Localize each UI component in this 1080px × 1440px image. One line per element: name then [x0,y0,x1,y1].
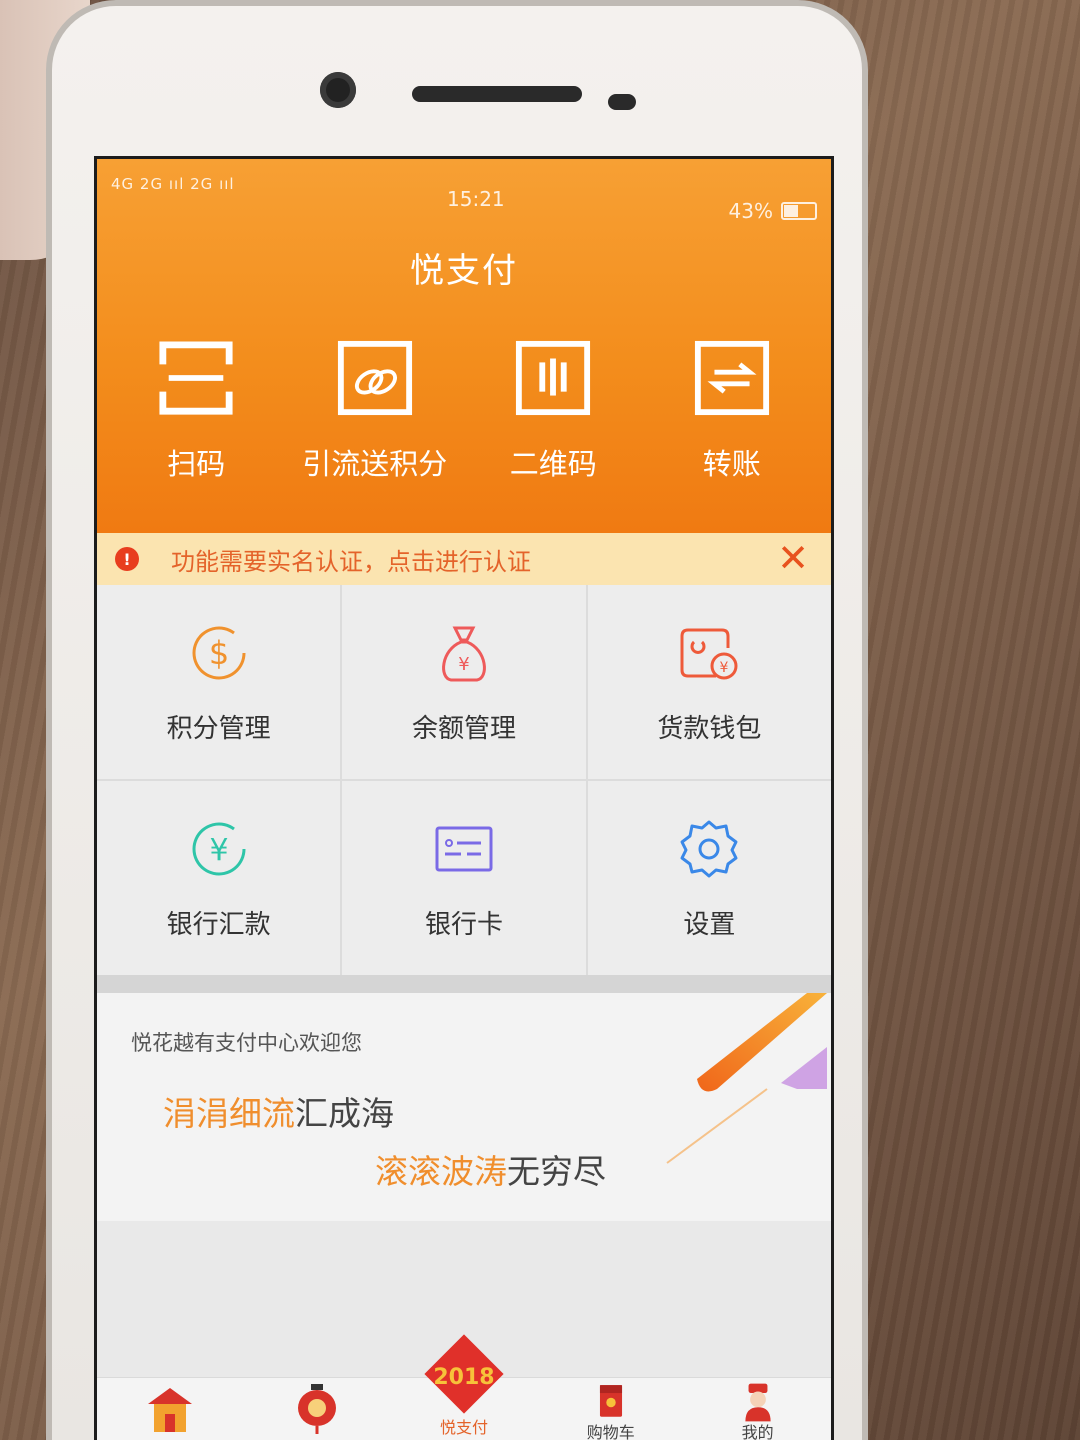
payment-wallet-button[interactable]: ¥ 货款钱包 [587,585,831,779]
bank-card-label: 银行卡 [424,909,503,940]
battery-percent: 43% [728,199,773,223]
points-management-button[interactable]: $ 积分管理 [97,585,341,779]
notice-text: 功能需要实名认证，点击进行认证 [171,547,531,576]
front-camera [320,72,356,108]
settings-label: 设置 [683,909,736,940]
fortune-god-icon [744,1383,771,1422]
banner-welcome-text: 悦花越有支付中心欢迎您 [131,1031,362,1055]
coins-icon [337,340,412,416]
bank-transfer-button[interactable]: ¥ 银行汇款 [97,781,341,975]
banner-slogan-line-1: 涓涓细流汇成海 [163,1087,394,1135]
lantern-icon [298,1384,337,1434]
transfer-icon [694,340,769,416]
svg-text:¥: ¥ [458,654,469,675]
slogan-2-rest: 无穷尽 [507,1152,606,1191]
cart-envelope-icon [599,1385,622,1417]
battery-indicator: 43% [729,199,817,223]
bank-transfer-label: 银行汇款 [166,909,271,940]
bottom-tab-bar: 2018 悦支付 购物车 我的 [97,1334,831,1440]
transfer-label: 转账 [702,447,761,481]
balance-management-button[interactable]: ¥ 余额管理 [342,585,586,779]
verification-notice[interactable]: ! 功能需要实名认证，点击进行认证 ✕ [97,533,831,585]
svg-text:¥: ¥ [209,833,228,868]
welcome-banner: 悦花越有支付中心欢迎您 涓涓细流汇成海 滚滚波涛无穷尽 [97,993,831,1221]
referral-points-button[interactable]: 引流送积分 [286,339,465,483]
money-bag-icon: ¥ [442,626,486,681]
bank-card-button[interactable]: 银行卡 [342,781,586,975]
status-time: 15:21 [447,187,505,211]
payment-wallet-label: 货款钱包 [657,713,762,744]
points-management-label: 积分管理 [166,713,271,744]
qrcode-button[interactable]: 二维码 [464,339,643,483]
banner-slogan-line-2: 滚滚波涛无穷尽 [375,1145,606,1193]
tab-lantern[interactable] [252,1378,382,1440]
tab-home[interactable] [105,1378,235,1440]
earpiece-speaker [412,86,582,102]
section-divider [97,975,831,993]
home-house-icon [148,1388,193,1432]
tab-mine[interactable]: 我的 [693,1378,823,1440]
balance-management-label: 余额管理 [411,713,516,744]
slogan-2-highlight: 滚滚波涛 [375,1152,507,1191]
transfer-button[interactable]: 转账 [643,339,822,483]
svg-text:¥: ¥ [720,660,729,676]
bank-card-icon [435,826,493,871]
yuan-circle-icon: ¥ [192,822,246,875]
tab-cart[interactable]: 购物车 [546,1378,676,1440]
gear-icon [680,820,738,877]
banner-decoration [666,993,827,1164]
page-title: 悦支付 [410,251,518,291]
scan-button[interactable]: 扫码 [107,339,286,483]
status-bar: 4G 2G ııl 2G ııl 15:21 43% [97,159,831,223]
close-icon[interactable]: ✕ [777,539,809,577]
slogan-1-rest: 汇成海 [295,1094,394,1133]
svg-text:$: $ [208,634,228,672]
info-icon: ! [115,547,139,571]
tab-mine-label: 我的 [741,1423,774,1440]
qrcode-icon [516,340,591,416]
signal-indicator: 4G 2G ııl 2G ııl [111,175,235,193]
function-grid: $ 积分管理 ¥ 余额管理 ¥ 货款钱包 ¥ 银行汇款 银行卡 设置 [97,585,831,975]
settings-button[interactable]: 设置 [587,781,831,975]
tab-cart-label: 购物车 [586,1423,635,1440]
dollar-icon: $ [192,626,246,679]
quick-actions: 扫码 引流送积分 二维码 转账 [97,339,831,483]
scan-label: 扫码 [167,447,226,481]
wallet-icon: ¥ [680,628,738,679]
scan-icon [159,341,233,415]
tab-yue-pay-label: 悦支付 [439,1418,488,1437]
proximity-sensor [608,94,636,110]
2018-badge-icon: 2018 [424,1334,504,1414]
tab-yue-pay[interactable]: 2018 悦支付 [399,1334,529,1440]
referral-points-label: 引流送积分 [302,447,448,481]
qrcode-label: 二维码 [509,447,597,481]
app-header: 4G 2G ııl 2G ııl 15:21 43% 悦支付 扫码 引流送积分 … [97,159,831,533]
battery-icon [781,202,817,220]
slogan-1-highlight: 涓涓细流 [163,1094,295,1133]
svg-text:2018: 2018 [433,1365,494,1390]
app-screen: 4G 2G ııl 2G ııl 15:21 43% 悦支付 扫码 引流送积分 … [94,156,834,1440]
